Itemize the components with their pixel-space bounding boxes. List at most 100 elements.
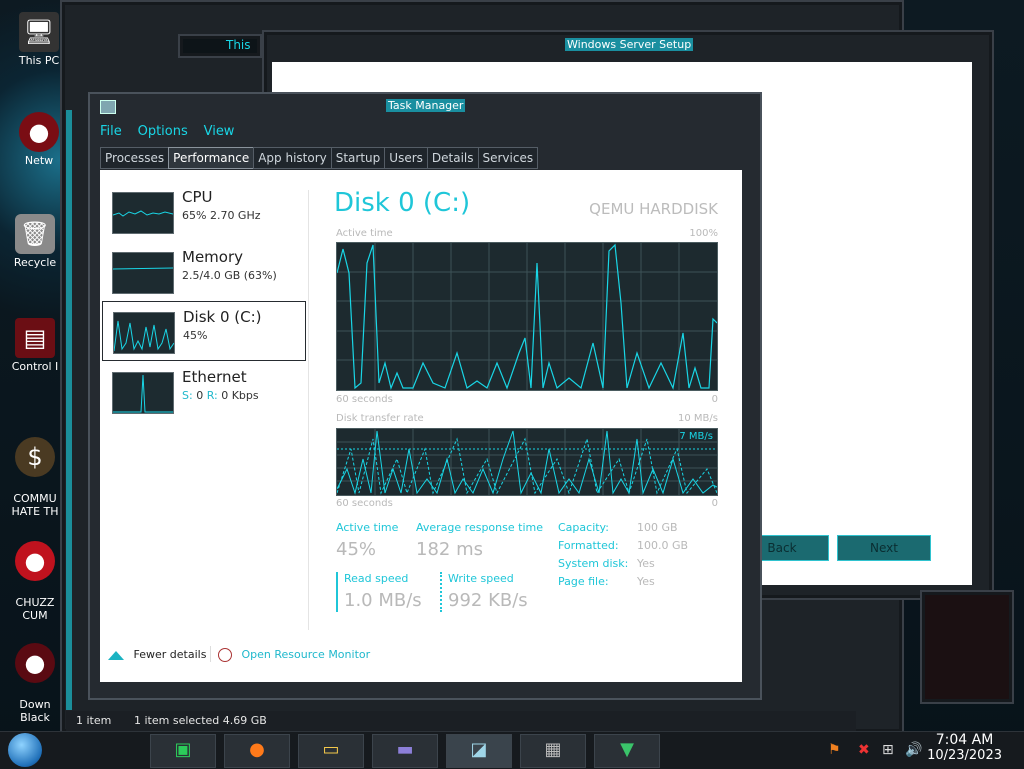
tray-flag-icon[interactable]: ⚑ [828,742,841,758]
active-time-zero: 0 [711,394,718,405]
tab-processes[interactable]: Processes [100,147,170,169]
fewer-details-button[interactable]: Fewer details [108,648,206,661]
prop-capacity-value: 100 GB [637,521,678,534]
write-speed-bar [440,572,442,612]
tray-volume-icon[interactable]: 🔊 [905,742,922,758]
taskbar-notes-app[interactable]: ▣ [150,734,216,768]
taskbar-file-explorer[interactable]: ▭ [298,734,364,768]
performance-panel: CPU 65% 2.70 GHz Memory 2.5/4.0 GB (63%)… [100,170,742,682]
send-value: 0 [196,389,204,402]
taskbar-card-app[interactable]: ▬ [372,734,438,768]
disk-title: Disk 0 (C:) [334,188,471,218]
prop-page-file-value: Yes [637,575,655,588]
sidebar-item-sub: 2.5/4.0 GB (63%) [182,269,277,282]
sidebar-item-name: Memory [182,248,244,266]
taskbar-clock[interactable]: 7:04 AM 10/23/2023 [927,732,1002,763]
desktop-icon-label: COMMU HATE TH [11,492,59,518]
notes-app-icon: ▣ [174,739,192,760]
skin-panel [920,590,1014,704]
breadcrumb-text: This [226,38,251,52]
install-app-icon: ▼ [620,739,634,760]
tray-security-icon[interactable]: ✖ [858,742,870,758]
receive-value: 0 Kbps [221,389,259,402]
menu-file[interactable]: File [100,124,122,139]
file-explorer-icon: ▭ [322,739,340,760]
tab-users[interactable]: Users [384,147,428,169]
computer-icon: 🖥 [19,12,59,52]
cpu-sparkline [112,192,174,234]
card-app-icon: ▬ [396,739,414,760]
sidebar-item-disk[interactable]: Disk 0 (C:) 45% [102,301,306,361]
disk-model: QEMU HARDDISK [589,200,718,218]
taskbar-firefox[interactable]: ● [224,734,290,768]
tab-details[interactable]: Details [426,147,479,169]
disk-sparkline [113,312,175,354]
taskbar-task-manager[interactable]: ◪ [446,734,512,768]
control-panel-icon: ▤ [15,318,55,358]
prop-formatted-value: 100.0 GB [637,539,689,552]
stat-read-value: 1.0 MB/s [344,590,422,611]
tab-services[interactable]: Services [477,147,539,169]
sidebar-item-sub: 65% 2.70 GHz [182,209,261,222]
transfer-rate-graph: 7 MB/s [336,428,718,496]
explorer-breadcrumb[interactable]: This [178,34,262,58]
stat-read-label: Read speed [344,572,409,585]
active-time-graph-svg [336,243,718,390]
desktop-icon-label: Recycle [13,256,57,269]
stat-active-time-label: Active time [336,521,399,534]
desktop-icon-label: Netw [24,154,54,167]
next-button[interactable]: Next [837,535,931,561]
sidebar-item-cpu[interactable]: CPU 65% 2.70 GHz [102,182,304,240]
sidebar-item-ethernet[interactable]: Ethernet S: 0 R: 0 Kbps [102,362,304,420]
stat-response-value: 182 ms [416,539,483,560]
sidebar-item-name: Ethernet [182,368,247,386]
clock-date: 10/23/2023 [927,748,1002,763]
firefox-icon: ● [249,739,265,760]
open-resource-monitor-link[interactable]: Open Resource Monitor [218,648,370,662]
status-selected: 1 item selected 4.69 GB [134,714,267,727]
transfer-rate-max: 10 MB/s [678,413,718,424]
setup-window-title: Windows Server Setup [565,38,694,51]
tab-startup[interactable]: Startup [330,147,386,169]
transfer-rate-graph-svg [336,429,718,495]
desktop-icon-label: Control I [11,360,59,373]
prop-system-disk-value: Yes [637,557,655,570]
footer-divider [210,646,211,662]
read-speed-bar [336,572,338,612]
fewer-details-label: Fewer details [133,648,207,661]
task-manager-icon: ◪ [470,739,488,760]
prop-system-disk-key: System disk: [558,557,629,570]
desktop-icon-label: Down Black [19,698,51,724]
taskbar-install-app[interactable]: ▼ [594,734,660,768]
chuzzle-icon: ● [15,541,55,581]
resource-monitor-icon [218,648,232,662]
sidebar-item-name: CPU [182,188,213,206]
explorer-status-bar: 1 item 1 item selected 4.69 GB [66,711,856,731]
status-item-count: 1 item [76,714,112,727]
skin-edge [66,110,72,710]
task-manager-title: Task Manager [386,99,466,112]
active-time-graph [336,242,718,391]
chevron-up-icon [108,650,124,660]
menu-bar: File Options View [100,124,742,144]
menu-options[interactable]: Options [138,124,188,139]
menu-view[interactable]: View [204,124,235,139]
tab-strip: Processes Performance App history Startu… [100,147,539,169]
memory-sparkline [112,252,174,294]
receive-label: R: [206,389,218,402]
taskbar-wall-app[interactable]: ▦ [520,734,586,768]
active-time-graph-max: 100% [689,228,718,239]
start-button[interactable] [8,733,42,767]
tray-network-icon[interactable]: ⊞ [882,742,894,758]
transfer-seconds: 60 seconds [336,498,393,509]
active-time-graph-label: Active time [336,228,393,239]
sidebar-item-memory[interactable]: Memory 2.5/4.0 GB (63%) [102,242,304,300]
stat-active-time-value: 45% [336,539,377,560]
stat-write-value: 992 KB/s [448,590,528,611]
network-icon: ● [19,112,59,152]
tab-app-history[interactable]: App history [253,147,332,169]
send-label: S: [182,389,193,402]
ethernet-sparkline [112,372,174,414]
prop-page-file-key: Page file: [558,575,609,588]
tab-performance[interactable]: Performance [168,147,255,169]
